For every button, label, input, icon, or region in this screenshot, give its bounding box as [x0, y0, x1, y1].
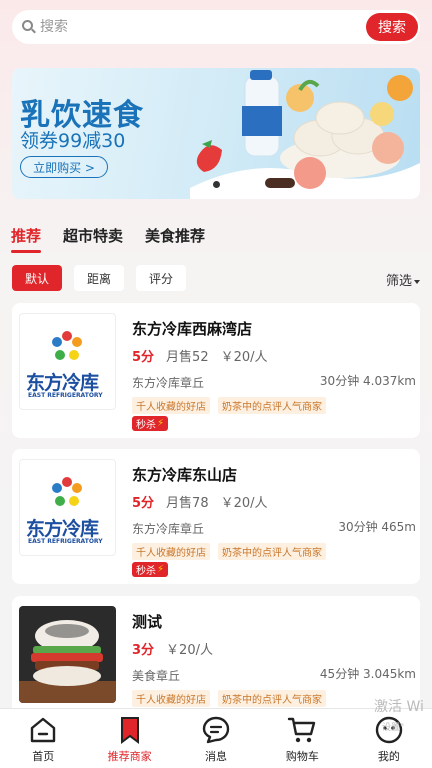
- sort-default-chip[interactable]: 默认: [12, 265, 62, 291]
- store-tag: 千人收藏的好店: [132, 397, 210, 414]
- store-name: 东方冷库东山店: [132, 466, 238, 484]
- buy-now-button[interactable]: 立即购买 >: [20, 156, 108, 178]
- sort-distance-chip[interactable]: 距离: [74, 265, 124, 291]
- flash-sale-label: 秒杀: [136, 566, 156, 577]
- bottom-nav: 首页 推荐商家 消息 购物车 我的: [0, 708, 432, 768]
- sort-filters: 默认 距离 评分: [12, 265, 198, 291]
- home-icon: [31, 717, 56, 743]
- nav-messages-label: 消息: [205, 750, 228, 763]
- store-price: ￥20/人: [220, 496, 268, 511]
- lightning-icon: ⚡: [157, 564, 165, 575]
- store-name: 测试: [132, 613, 163, 631]
- message-icon: [202, 716, 230, 744]
- nav-home-label: 首页: [32, 750, 55, 763]
- nav-profile-label: 我的: [377, 750, 400, 763]
- store-name: 东方冷库西麻湾店: [132, 320, 253, 338]
- store-score: 5分: [132, 496, 155, 511]
- store-price: ￥20/人: [166, 643, 213, 658]
- caret-down-icon: [414, 279, 420, 284]
- search-bar[interactable]: 搜索: [12, 10, 420, 44]
- sort-rating-chip[interactable]: 评分: [136, 265, 186, 291]
- cart-icon: [288, 717, 316, 743]
- flash-sale-badge: 秒杀 ⚡: [132, 416, 169, 431]
- burger-food-image: [19, 606, 116, 703]
- lightning-icon: ⚡: [157, 418, 165, 429]
- store-address: 东方冷库章丘: [132, 522, 205, 536]
- search-button[interactable]: 搜索: [366, 13, 418, 41]
- nav-cart-label: 购物车: [285, 750, 319, 763]
- store-address: 东方冷库章丘: [132, 376, 205, 390]
- banner-pager-dot[interactable]: [213, 181, 220, 188]
- logo-text-en: EAST REFRIGERATORY: [28, 392, 103, 399]
- bookmark-icon: [120, 717, 139, 744]
- store-price: ￥20/人: [220, 350, 268, 365]
- store-distance: 30分钟 465m: [338, 520, 416, 534]
- logo-text-cn: 东方冷库: [26, 372, 99, 394]
- store-address: 美食章丘: [132, 669, 181, 683]
- logo-text-cn: 东方冷库: [26, 518, 99, 540]
- nav-messages[interactable]: 消息: [173, 709, 259, 768]
- store-card[interactable]: 测试 3分 ￥20/人 美食章丘 45分钟 3.045km 千人收藏的好店 奶茶…: [12, 596, 420, 716]
- logo-flower-icon: [52, 477, 82, 506]
- store-logo: 东方冷库 EAST REFRIGERATORY: [19, 313, 116, 410]
- search-icon: [22, 20, 36, 34]
- store-sales: 月售52: [166, 350, 209, 365]
- search-input[interactable]: [40, 19, 420, 35]
- logo-flower-icon: [52, 331, 82, 360]
- store-distance: 30分钟 4.037km: [319, 374, 416, 388]
- store-tag: 奶茶中的点评人气商家: [218, 690, 326, 707]
- store-tag: 奶茶中的点评人气商家: [218, 543, 326, 560]
- store-distance: 45分钟 3.045km: [319, 667, 416, 681]
- store-tag: 千人收藏的好店: [132, 690, 210, 707]
- flash-sale-badge: 秒杀 ⚡: [132, 562, 169, 577]
- nav-recommended-label: 推荐商家: [107, 750, 152, 763]
- category-tabs: 推荐 超市特卖 美食推荐: [11, 225, 227, 253]
- nav-recommended-stores[interactable]: 推荐商家: [86, 709, 172, 768]
- promo-banner[interactable]: 乳饮速食 领券99减30 立即购买 >: [12, 68, 420, 199]
- store-card[interactable]: 东方冷库 EAST REFRIGERATORY 东方冷库西麻湾店 5分 月售52…: [12, 303, 420, 438]
- filter-label: 筛选: [385, 274, 412, 289]
- tab-recommend[interactable]: 推荐: [11, 225, 42, 253]
- store-tag: 千人收藏的好店: [132, 543, 210, 560]
- banner-subtitle: 领券99减30: [20, 130, 126, 152]
- filter-button[interactable]: 筛选: [386, 270, 420, 289]
- nav-cart[interactable]: 购物车: [259, 709, 345, 768]
- banner-food-image: [190, 70, 420, 199]
- store-logo: 东方冷库 EAST REFRIGERATORY: [19, 459, 116, 556]
- activation-watermark: 激活 Wi: [374, 699, 424, 715]
- tab-food[interactable]: 美食推荐: [145, 225, 205, 246]
- store-sales: 月售78: [166, 496, 209, 511]
- store-score: 3分: [132, 643, 155, 658]
- flash-sale-label: 秒杀: [136, 420, 156, 431]
- nav-home[interactable]: 首页: [0, 709, 86, 768]
- store-card[interactable]: 东方冷库 EAST REFRIGERATORY 东方冷库东山店 5分 月售78 …: [12, 449, 420, 584]
- logo-text-en: EAST REFRIGERATORY: [28, 538, 103, 545]
- store-score: 5分: [132, 350, 155, 365]
- tab-supermarket[interactable]: 超市特卖: [63, 225, 123, 246]
- store-tag: 奶茶中的点评人气商家: [218, 397, 326, 414]
- nav-profile[interactable]: 我的: [346, 709, 432, 768]
- activation-watermark-sub: 设置": [382, 723, 405, 733]
